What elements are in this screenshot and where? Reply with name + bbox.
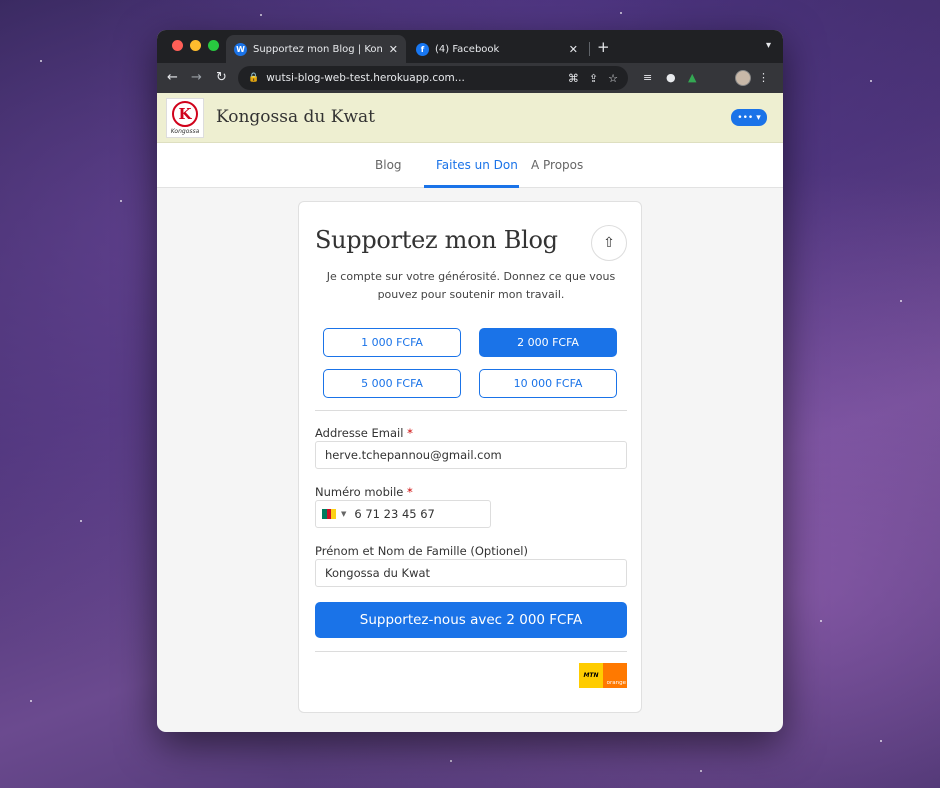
tab-title: Supportez mon Blog | Kongossa bbox=[253, 43, 383, 55]
mobile-money-logos: MTN orange bbox=[579, 663, 627, 688]
browser-window: W Supportez mon Blog | Kongossa ✕ f (4) … bbox=[157, 30, 783, 732]
country-dropdown-icon[interactable]: ▼ bbox=[341, 510, 346, 518]
extension-mask-icon[interactable]: ≡ bbox=[643, 71, 652, 84]
extension-flask-icon[interactable]: ▲ bbox=[688, 71, 696, 84]
tab-strip: W Supportez mon Blog | Kongossa ✕ f (4) … bbox=[157, 30, 783, 63]
wordpress-favicon-icon: W bbox=[234, 42, 247, 56]
email-label: Addresse Email * bbox=[315, 426, 413, 440]
reload-icon[interactable]: ↻ bbox=[216, 70, 227, 85]
full-name-value: Kongossa du Kwat bbox=[325, 566, 431, 580]
minimize-window-button[interactable] bbox=[190, 40, 201, 51]
phone-value: 6 71 23 45 67 bbox=[354, 507, 435, 521]
full-name-field[interactable]: Kongossa du Kwat bbox=[315, 559, 627, 587]
email-value: herve.tchepannou@gmail.com bbox=[325, 448, 502, 462]
bookmark-star-icon[interactable]: ☆ bbox=[608, 72, 618, 85]
name-label: Prénom et Nom de Famille (Optionel) bbox=[315, 544, 528, 558]
address-bar[interactable]: 🔒 wutsi-blog-web-test.herokuapp.com... ⌘… bbox=[238, 66, 628, 90]
email-field[interactable]: herve.tchepannou@gmail.com bbox=[315, 441, 627, 469]
page-title: Supportez mon Blog bbox=[315, 226, 558, 254]
nav-tab-donate[interactable]: Faites un Don bbox=[436, 158, 518, 172]
close-window-button[interactable] bbox=[172, 40, 183, 51]
url-text: wutsi-blog-web-test.herokuapp.com... bbox=[266, 72, 465, 84]
extension-cookie-icon[interactable]: ● bbox=[666, 71, 676, 84]
divider bbox=[315, 651, 627, 652]
close-tab-icon[interactable]: ✕ bbox=[389, 43, 398, 56]
new-tab-button[interactable]: + bbox=[597, 38, 610, 56]
active-tab-indicator bbox=[424, 185, 519, 188]
facebook-favicon-icon: f bbox=[416, 42, 429, 56]
amount-option-5000[interactable]: 5 000 FCFA bbox=[323, 369, 461, 398]
nav-tab-blog[interactable]: Blog bbox=[375, 158, 402, 172]
site-header: K Kongossa Kongossa du Kwat ••• ▾ bbox=[157, 93, 783, 143]
divider bbox=[315, 410, 627, 411]
more-dots-icon: ••• bbox=[737, 112, 754, 123]
site-nav: Blog Faites un Don A Propos bbox=[157, 143, 783, 188]
cameroon-flag-icon[interactable] bbox=[322, 509, 337, 519]
browser-tab-blog[interactable]: W Supportez mon Blog | Kongossa ✕ bbox=[226, 35, 406, 63]
chevron-down-icon: ▾ bbox=[756, 112, 761, 123]
tab-title: (4) Facebook bbox=[435, 43, 500, 55]
phone-label: Numéro mobile * bbox=[315, 485, 413, 499]
close-tab-icon[interactable]: ✕ bbox=[569, 43, 578, 56]
amount-option-1000[interactable]: 1 000 FCFA bbox=[323, 328, 461, 357]
logo-mark: K bbox=[172, 101, 198, 127]
orange-logo: orange bbox=[603, 663, 627, 688]
profile-avatar[interactable] bbox=[735, 70, 751, 86]
lock-icon: 🔒 bbox=[248, 73, 260, 83]
tab-search-chevron-icon[interactable]: ▾ bbox=[766, 40, 771, 51]
nav-tab-about[interactable]: A Propos bbox=[531, 158, 583, 172]
translate-icon[interactable]: ⌘ bbox=[568, 72, 579, 85]
mtn-logo: MTN bbox=[579, 663, 603, 688]
donation-description: Je compte sur votre générosité. Donnez c… bbox=[326, 270, 616, 301]
more-options-button[interactable]: ••• ▾ bbox=[731, 109, 767, 126]
forward-arrow-icon[interactable]: → bbox=[191, 70, 202, 85]
donation-card: Supportez mon Blog ⇧ Je compte sur votre… bbox=[298, 201, 642, 713]
share-upload-icon: ⇧ bbox=[603, 235, 615, 251]
share-page-icon[interactable]: ⇪ bbox=[589, 72, 598, 85]
share-button[interactable]: ⇧ bbox=[591, 225, 627, 261]
menu-kebab-icon[interactable]: ⋮ bbox=[758, 71, 769, 84]
amount-option-10000[interactable]: 10 000 FCFA bbox=[479, 369, 617, 398]
browser-toolbar: ← → ↻ 🔒 wutsi-blog-web-test.herokuapp.co… bbox=[157, 63, 783, 93]
tab-divider bbox=[589, 42, 590, 56]
back-arrow-icon[interactable]: ← bbox=[167, 70, 178, 85]
amount-option-2000[interactable]: 2 000 FCFA bbox=[479, 328, 617, 357]
support-submit-button[interactable]: Supportez-nous avec 2 000 FCFA bbox=[315, 602, 627, 638]
phone-label-text: Numéro mobile bbox=[315, 485, 404, 499]
site-logo[interactable]: K Kongossa bbox=[166, 98, 204, 138]
phone-field[interactable]: ▼ 6 71 23 45 67 bbox=[315, 500, 491, 528]
browser-tab-facebook[interactable]: f (4) Facebook ✕ bbox=[408, 35, 586, 63]
maximize-window-button[interactable] bbox=[208, 40, 219, 51]
email-label-text: Addresse Email bbox=[315, 426, 404, 440]
window-controls bbox=[172, 40, 219, 51]
logo-text: Kongossa bbox=[170, 128, 200, 135]
required-mark: * bbox=[407, 426, 413, 440]
site-title[interactable]: Kongossa du Kwat bbox=[216, 107, 375, 127]
required-mark: * bbox=[407, 485, 413, 499]
